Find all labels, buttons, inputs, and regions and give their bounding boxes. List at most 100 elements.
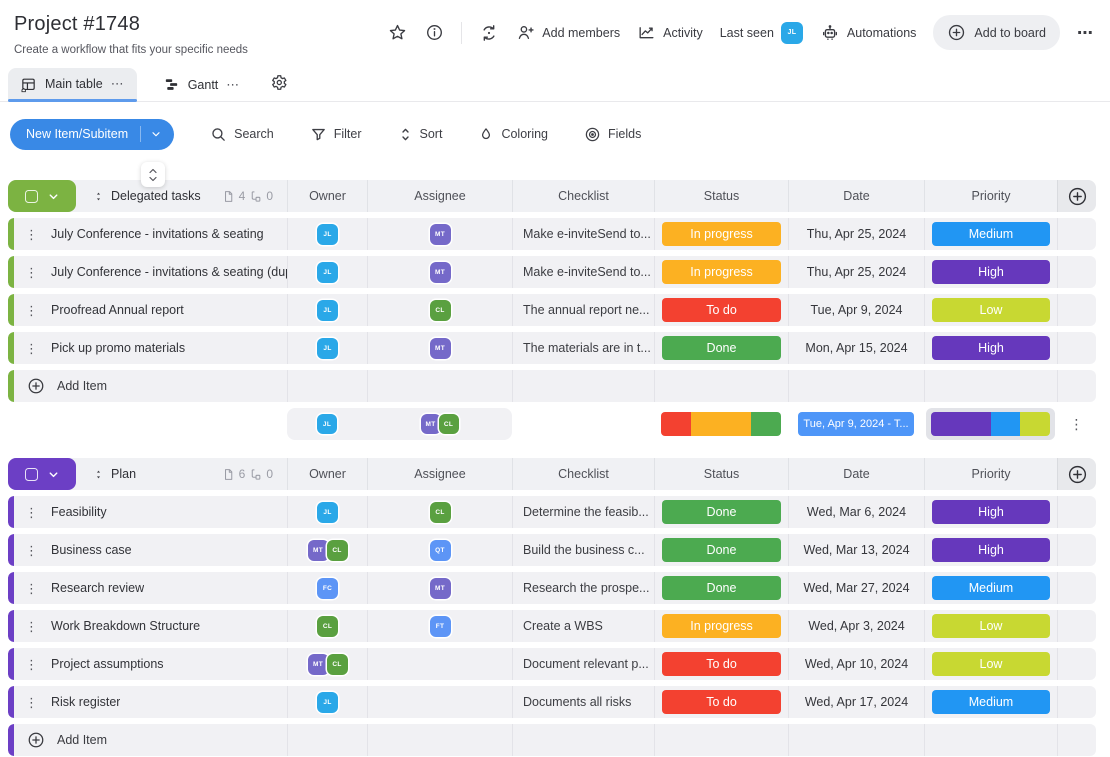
group-checkbox[interactable] xyxy=(25,468,38,481)
group-sort-icon[interactable] xyxy=(93,468,104,481)
column-header-priority[interactable]: Priority xyxy=(924,180,1057,212)
owner-cell[interactable]: MTCL xyxy=(287,648,367,680)
group-collapse-pill[interactable] xyxy=(8,180,76,212)
column-header-status[interactable]: Status xyxy=(654,458,788,490)
status-badge[interactable]: To do xyxy=(662,652,781,676)
tab-main-table[interactable]: Main table ⋯ xyxy=(8,68,137,101)
owner-cell[interactable]: MTCL xyxy=(287,534,367,566)
status-badge[interactable]: In progress xyxy=(662,614,781,638)
priority-badge[interactable]: High xyxy=(932,336,1050,360)
item-name-cell[interactable]: ⋮Proofread Annual report xyxy=(14,294,287,326)
avatar-MT[interactable]: MT xyxy=(430,224,451,245)
avatar-QT[interactable]: QT xyxy=(430,540,451,561)
avatar-MT[interactable]: MT xyxy=(430,338,451,359)
row-menu-dots-icon[interactable]: ⋮ xyxy=(25,658,38,671)
chevron-down-icon[interactable] xyxy=(140,126,162,142)
add-members-button[interactable]: Add members xyxy=(516,23,620,42)
group-sort-icon[interactable] xyxy=(93,190,104,203)
tab-gantt[interactable]: Gantt ⋯ xyxy=(151,68,253,101)
column-header-owner[interactable]: Owner xyxy=(287,180,367,212)
avatar-MT[interactable]: MT xyxy=(421,414,441,434)
avatar-JL[interactable]: JL xyxy=(317,262,338,283)
assignee-cell[interactable]: CL xyxy=(367,496,512,528)
checklist-cell[interactable]: Research the prospe... xyxy=(512,572,654,604)
avatar-CL[interactable]: CL xyxy=(430,502,451,523)
column-header-priority[interactable]: Priority xyxy=(924,458,1057,490)
filter-button[interactable]: Filter xyxy=(310,126,362,143)
checklist-cell[interactable]: The materials are in t... xyxy=(512,332,654,364)
assignee-cell[interactable]: FT xyxy=(367,610,512,642)
column-header-owner[interactable]: Owner xyxy=(287,458,367,490)
date-cell[interactable]: Wed, Mar 27, 2024 xyxy=(788,572,924,604)
avatar-MT[interactable]: MT xyxy=(308,540,329,561)
owner-cell[interactable]: JL xyxy=(287,256,367,288)
owner-cell[interactable]: JL xyxy=(287,686,367,718)
priority-badge[interactable]: High xyxy=(932,260,1050,284)
group-title[interactable]: Plan xyxy=(111,467,136,481)
date-cell[interactable]: Tue, Apr 9, 2024 xyxy=(788,294,924,326)
priority-badge[interactable]: Low xyxy=(932,652,1050,676)
item-name-cell[interactable]: ⋮Work Breakdown Structure xyxy=(14,610,287,642)
avatar-MT[interactable]: MT xyxy=(430,262,451,283)
avatar-CL[interactable]: CL xyxy=(430,300,451,321)
item-name-cell[interactable]: ⋮Business case xyxy=(14,534,287,566)
group-chevron-down-icon[interactable] xyxy=(47,190,60,203)
priority-badge[interactable]: High xyxy=(932,538,1050,562)
avatar-FC[interactable]: FC xyxy=(317,578,338,599)
sort-button[interactable]: Sort xyxy=(398,126,443,143)
assignee-cell[interactable]: QT xyxy=(367,534,512,566)
row-menu-dots-icon[interactable]: ⋮ xyxy=(25,506,38,519)
checklist-cell[interactable]: Documents all risks xyxy=(512,686,654,718)
avatar-JL[interactable]: JL xyxy=(317,692,338,713)
gear-icon[interactable] xyxy=(268,73,288,93)
checklist-cell[interactable]: The annual report ne... xyxy=(512,294,654,326)
row-menu-dots-icon[interactable]: ⋮ xyxy=(25,342,38,355)
assignee-cell[interactable]: MT xyxy=(367,572,512,604)
avatar-JL[interactable]: JL xyxy=(317,224,338,245)
owner-cell[interactable]: CL xyxy=(287,610,367,642)
owner-cell[interactable]: JL xyxy=(287,294,367,326)
summary-date-range[interactable]: Tue, Apr 9, 2024 - T... xyxy=(798,412,914,436)
item-name-cell[interactable]: ⋮Project assumptions xyxy=(14,648,287,680)
add-to-board-button[interactable]: Add to board xyxy=(933,15,1060,50)
add-item-button[interactable]: Add Item xyxy=(14,370,287,402)
status-badge[interactable]: In progress xyxy=(662,222,781,246)
avatar-MT[interactable]: MT xyxy=(430,578,451,599)
avatar-CL[interactable]: CL xyxy=(317,616,338,637)
item-name-cell[interactable]: ⋮Research review xyxy=(14,572,287,604)
group-collapse-pill[interactable] xyxy=(8,458,76,490)
integrations-sync-icon[interactable] xyxy=(479,23,499,43)
last-seen-avatar[interactable]: JL xyxy=(781,22,803,44)
checklist-cell[interactable]: Create a WBS xyxy=(512,610,654,642)
tab-main-table-menu-icon[interactable]: ⋯ xyxy=(111,76,125,92)
fields-button[interactable]: Fields xyxy=(584,126,641,143)
item-name-cell[interactable]: ⋮July Conference - invitations & seating xyxy=(14,218,287,250)
group-title[interactable]: Delegated tasks xyxy=(111,189,201,203)
star-icon[interactable] xyxy=(387,23,407,43)
status-badge[interactable]: In progress xyxy=(662,260,781,284)
assignee-cell[interactable]: MT xyxy=(367,256,512,288)
add-column-button[interactable] xyxy=(1057,458,1096,490)
new-item-button[interactable]: New Item/Subitem xyxy=(10,119,174,150)
assignee-cell[interactable]: MT xyxy=(367,332,512,364)
group-checkbox[interactable] xyxy=(25,190,38,203)
row-menu-dots-icon[interactable]: ⋮ xyxy=(25,696,38,709)
status-badge[interactable]: Done xyxy=(662,576,781,600)
date-cell[interactable]: Mon, Apr 15, 2024 xyxy=(788,332,924,364)
column-header-assignee[interactable]: Assignee xyxy=(367,180,512,212)
avatar-CL[interactable]: CL xyxy=(327,540,348,561)
tab-gantt-menu-icon[interactable]: ⋯ xyxy=(226,77,240,93)
status-badge[interactable]: To do xyxy=(662,298,781,322)
last-seen-button[interactable]: Last seen JL xyxy=(720,22,803,44)
date-cell[interactable]: Wed, Mar 6, 2024 xyxy=(788,496,924,528)
column-header-checklist[interactable]: Checklist xyxy=(512,180,654,212)
add-column-button[interactable] xyxy=(1057,180,1096,212)
status-badge[interactable]: Done xyxy=(662,500,781,524)
column-header-date[interactable]: Date xyxy=(788,458,924,490)
add-item-row[interactable]: Add Item xyxy=(8,724,1096,756)
checklist-cell[interactable]: Determine the feasib... xyxy=(512,496,654,528)
checklist-cell[interactable]: Make e-inviteSend to... xyxy=(512,256,654,288)
priority-badge[interactable]: Medium xyxy=(932,576,1050,600)
avatar-MT[interactable]: MT xyxy=(308,654,329,675)
avatar-JL[interactable]: JL xyxy=(317,300,338,321)
